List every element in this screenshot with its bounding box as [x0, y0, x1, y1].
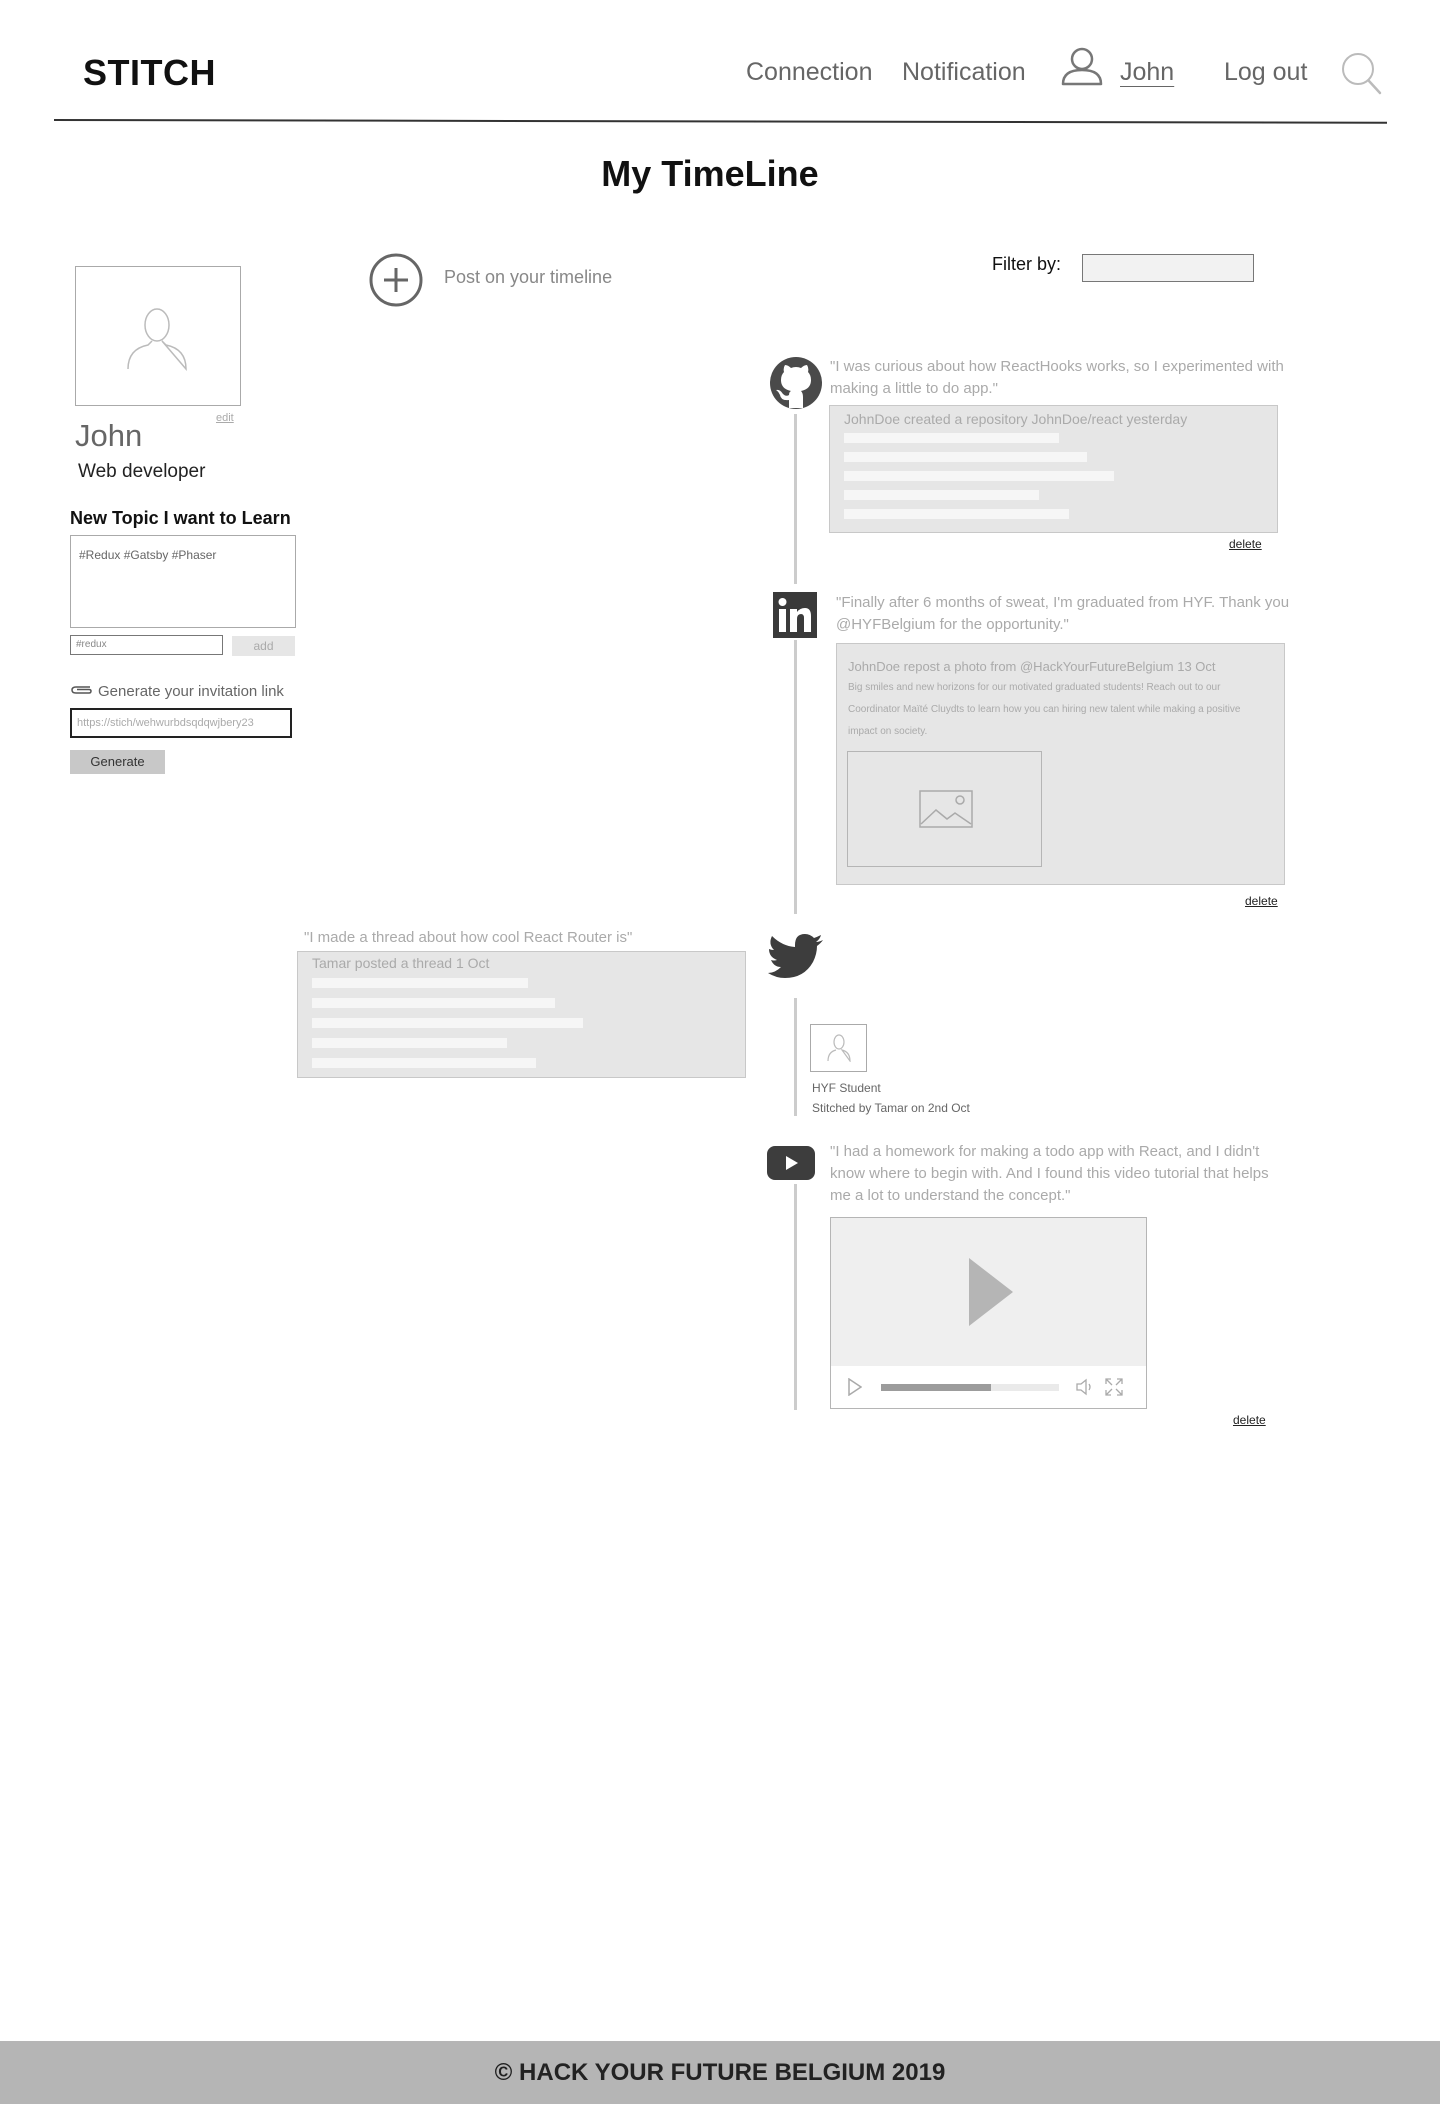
- placeholder-line: [312, 998, 555, 1008]
- search-icon[interactable]: [1341, 52, 1383, 96]
- invite-link-field[interactable]: https://stich/wehwurbdsqdqwjbery23: [70, 708, 292, 738]
- topics-list: #Redux #Gatsby #Phaser: [70, 535, 296, 628]
- placeholder-line: [312, 1038, 507, 1048]
- app-logo[interactable]: STITCH: [83, 52, 216, 94]
- delete-youtube-post-link[interactable]: delete: [1233, 1413, 1266, 1427]
- twitter-activity-card: Tamar posted a thread 1 Oct: [297, 951, 746, 1078]
- header-divider: [53, 119, 1387, 124]
- video-progress[interactable]: [881, 1384, 1059, 1391]
- footer: © HACK YOUR FUTURE BELGIUM 2019: [0, 2041, 1440, 2104]
- linkedin-activity-card: JohnDoe repost a photo from @HackYourFut…: [836, 643, 1285, 885]
- fullscreen-icon[interactable]: [1105, 1378, 1123, 1396]
- play-icon[interactable]: [848, 1378, 862, 1396]
- filter-label: Filter by:: [992, 254, 1062, 274]
- edit-avatar-link[interactable]: edit: [216, 412, 234, 424]
- placeholder-line: [844, 452, 1087, 462]
- placeholder-line: [312, 978, 528, 988]
- github-post-quote: "I was curious about how ReactHooks work…: [830, 358, 1284, 397]
- youtube-icon: [767, 1146, 815, 1180]
- video-player[interactable]: [830, 1217, 1147, 1409]
- github-card-title: JohnDoe created a repository JohnDoe/rea…: [844, 411, 1188, 427]
- play-video-icon[interactable]: [967, 1256, 1015, 1328]
- timeline-line: [794, 998, 797, 1116]
- placeholder-line: [844, 471, 1114, 481]
- profile-name: John: [75, 418, 143, 453]
- timeline-line: [794, 1184, 797, 1410]
- profile-avatar: [75, 266, 241, 406]
- nav-connection-link[interactable]: Connection: [746, 58, 872, 87]
- image-placeholder: [847, 751, 1042, 867]
- github-icon: [770, 357, 822, 409]
- add-post-icon[interactable]: [369, 253, 423, 307]
- stitch-info: Stitched by Tamar on 2nd Oct: [812, 1101, 970, 1115]
- nav-notification-link[interactable]: Notification: [902, 58, 1026, 87]
- linkedin-card-body: Big smiles and new horizons for our moti…: [848, 682, 1241, 737]
- profile-role: Web developer: [78, 461, 206, 482]
- logout-link[interactable]: Log out: [1224, 58, 1307, 87]
- paperclip-icon: [71, 686, 92, 694]
- generate-button[interactable]: Generate: [70, 750, 165, 774]
- youtube-post-quote: "I had a homework for making a todo app …: [830, 1143, 1269, 1204]
- topic-input[interactable]: #redux: [70, 635, 223, 655]
- stitch-role: HYF Student: [812, 1081, 881, 1095]
- image-icon: [919, 790, 973, 828]
- timeline-line: [794, 640, 797, 914]
- placeholder-line: [312, 1018, 583, 1028]
- placeholder-line: [844, 490, 1039, 500]
- timeline-line: [794, 414, 797, 584]
- nav-user-link[interactable]: John: [1120, 58, 1174, 87]
- delete-linkedin-post-link[interactable]: delete: [1245, 894, 1278, 908]
- linkedin-card-title: JohnDoe repost a photo from @HackYourFut…: [848, 659, 1216, 674]
- page-title: My TimeLine: [601, 153, 819, 194]
- delete-github-post-link[interactable]: delete: [1229, 537, 1262, 551]
- user-icon[interactable]: [1060, 44, 1104, 88]
- linkedin-icon: [773, 592, 817, 638]
- stitch-avatar: [810, 1024, 867, 1072]
- topics-heading: New Topic I want to Learn: [70, 508, 291, 528]
- post-on-timeline-label[interactable]: Post on your timeline: [444, 267, 612, 288]
- add-topic-button[interactable]: add: [232, 636, 295, 656]
- avatar-placeholder-icon: [127, 308, 187, 371]
- twitter-post-quote: "I made a thread about how cool React Ro…: [304, 929, 633, 946]
- placeholder-line: [844, 433, 1059, 443]
- volume-icon[interactable]: [1076, 1378, 1094, 1396]
- twitter-card-title: Tamar posted a thread 1 Oct: [312, 955, 490, 971]
- filter-select[interactable]: [1082, 254, 1254, 282]
- placeholder-line: [312, 1058, 536, 1068]
- avatar-placeholder-icon: [827, 1034, 851, 1062]
- github-activity-card: JohnDoe created a repository JohnDoe/rea…: [829, 405, 1278, 533]
- video-progress-fill: [881, 1384, 992, 1391]
- twitter-icon: [768, 934, 823, 978]
- linkedin-post-quote: "Finally after 6 months of sweat, I'm gr…: [836, 594, 1290, 633]
- placeholder-line: [844, 509, 1069, 519]
- invite-link-label: Generate your invitation link: [98, 683, 284, 700]
- video-controls: [831, 1366, 1146, 1408]
